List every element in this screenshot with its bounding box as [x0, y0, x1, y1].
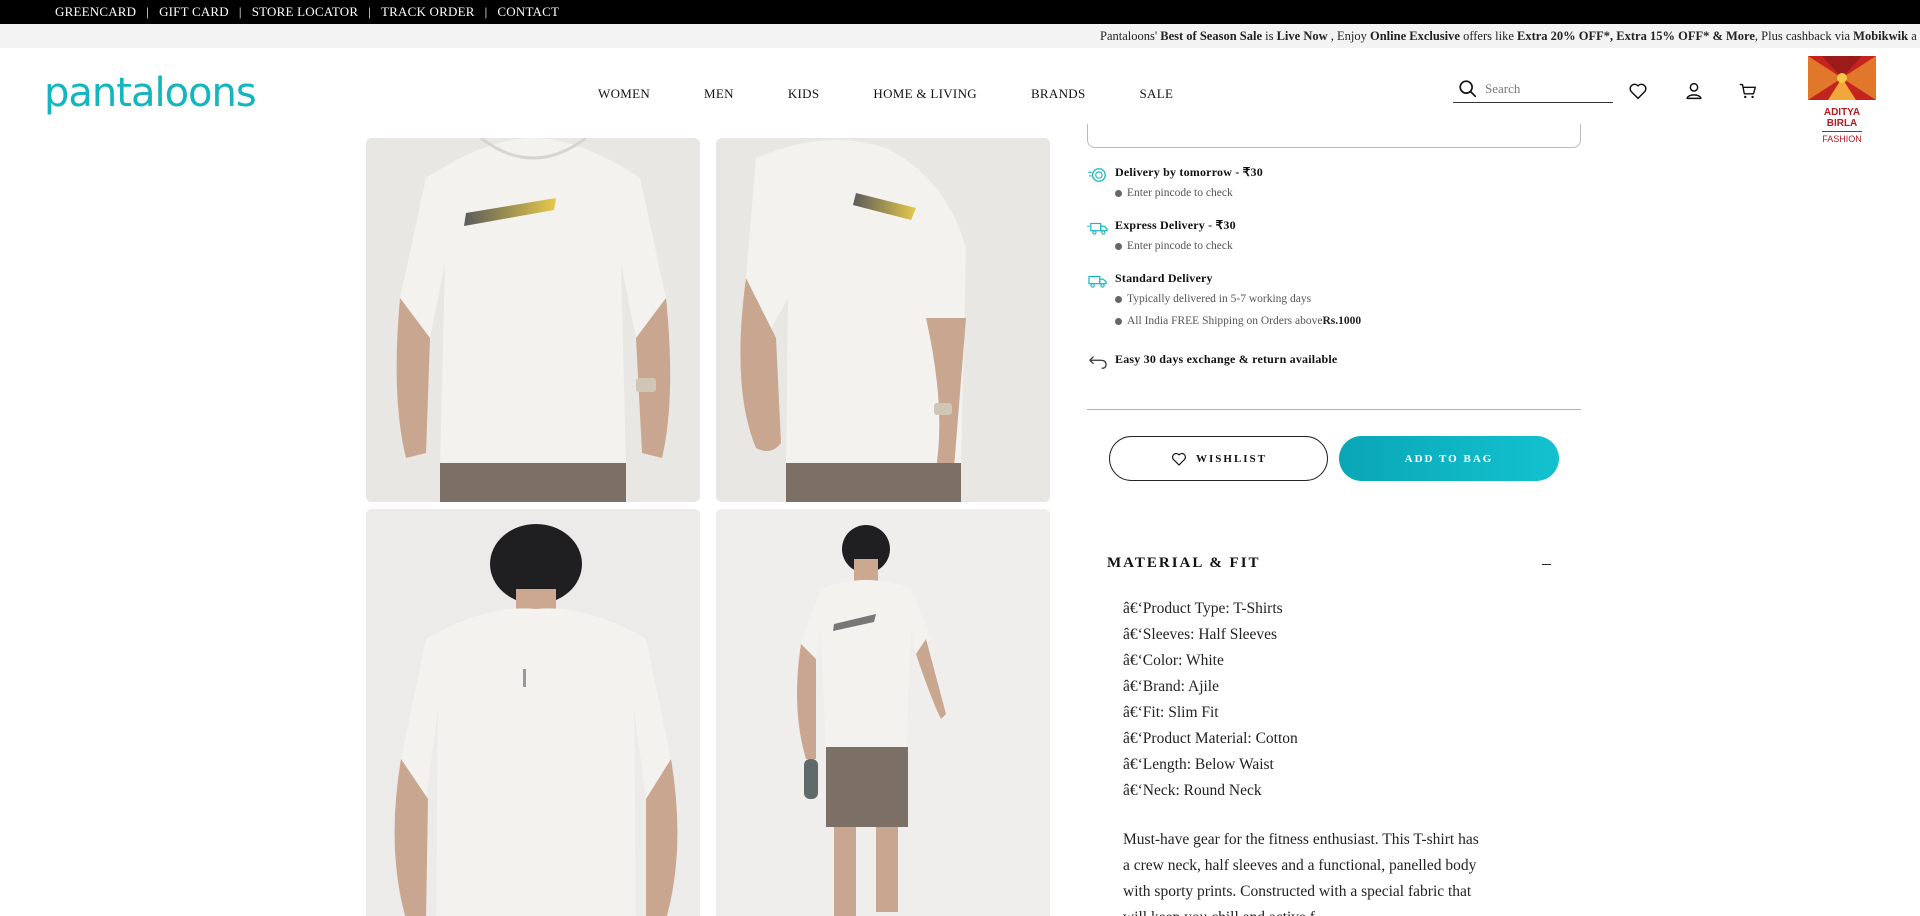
- spec-item: â€‘Neck: Round Neck: [1123, 782, 1262, 799]
- store-locator-link[interactable]: STORE LOCATOR: [252, 4, 359, 20]
- aditya-birla-text: ADITYA BIRLA: [1823, 107, 1861, 129]
- divider: [1087, 409, 1581, 410]
- add-to-bag-button[interactable]: ADD TO BAG: [1339, 436, 1559, 481]
- exchange-title: Easy 30 days exchange & return available: [1115, 352, 1338, 366]
- express-truck-icon: [1087, 222, 1108, 235]
- separator: |: [484, 4, 488, 19]
- nav-men[interactable]: MEN: [704, 86, 734, 102]
- aditya-birla-logo-icon: [1808, 56, 1876, 100]
- search-input[interactable]: [1485, 81, 1605, 97]
- nav-women[interactable]: WOMEN: [598, 86, 650, 102]
- standard-delivery-note: Typically delivered in 5-7 working days: [1115, 293, 1311, 305]
- search-icon[interactable]: [1457, 78, 1479, 100]
- return-arrow-icon: [1089, 356, 1107, 369]
- express-delivery-row: Express Delivery - ₹30: [1087, 218, 1236, 237]
- nav-home-living[interactable]: HOME & LIVING: [873, 86, 977, 102]
- nav-kids[interactable]: KIDS: [788, 86, 820, 102]
- pantaloons-logo[interactable]: pantaloons: [44, 70, 257, 116]
- material-fit-title: MATERIAL & FIT: [1107, 555, 1261, 571]
- pincode-box[interactable]: [1087, 124, 1581, 148]
- promo-ticker: Pantaloons' Best of Season Sale is Live …: [0, 24, 1920, 48]
- product-gallery: [366, 138, 1050, 916]
- product-image-front[interactable]: [366, 138, 700, 502]
- nav-brands[interactable]: BRANDS: [1031, 86, 1086, 102]
- standard-delivery-row: Standard Delivery: [1087, 271, 1213, 290]
- track-order-link[interactable]: TRACK ORDER: [381, 4, 475, 20]
- spec-item: â€‘Brand: Ajile: [1123, 678, 1219, 695]
- wishlist-label: WISHLIST: [1195, 452, 1268, 465]
- heart-icon: [1171, 452, 1186, 466]
- utility-bar: GREENCARD | GIFT CARD | STORE LOCATOR | …: [0, 0, 1920, 24]
- promo-text: Pantaloons' Best of Season Sale is Live …: [1100, 29, 1917, 43]
- aditya-birla-badge[interactable]: ADITYA BIRLA FASHION: [1808, 56, 1876, 144]
- gift-card-link[interactable]: GIFT CARD: [159, 4, 229, 20]
- spec-list: â€‘Product Type: T-Shirts â€‘Sleeves: Ha…: [1123, 596, 1298, 804]
- delivery-truck-icon: [1088, 275, 1107, 288]
- material-fit-accordion[interactable]: MATERIAL & FIT –: [1107, 553, 1559, 574]
- spec-item: â€‘Product Material: Cotton: [1123, 730, 1298, 747]
- fashion-text: FASHION: [1822, 131, 1862, 144]
- spec-item: â€‘Sleeves: Half Sleeves: [1123, 626, 1278, 643]
- express-delivery-note: Enter pincode to check: [1115, 240, 1233, 252]
- add-to-bag-label: ADD TO BAG: [1404, 452, 1494, 465]
- delivery-tomorrow-title: Delivery by tomorrow - ₹30: [1115, 165, 1263, 179]
- exchange-row: Easy 30 days exchange & return available: [1087, 352, 1337, 371]
- site-header: pantaloons WOMEN MEN KIDS HOME & LIVING …: [0, 48, 1920, 144]
- wishlist-button[interactable]: WISHLIST: [1109, 436, 1328, 481]
- fast-delivery-icon: [1088, 168, 1106, 182]
- tshirt-front-image: [366, 138, 700, 502]
- contact-link[interactable]: CONTACT: [497, 4, 559, 20]
- account-icon[interactable]: [1683, 80, 1705, 102]
- standard-delivery-title: Standard Delivery: [1115, 271, 1213, 285]
- greencard-link[interactable]: GREENCARD: [55, 4, 136, 20]
- product-image-side[interactable]: [716, 138, 1050, 502]
- product-image-full[interactable]: [716, 509, 1050, 916]
- separator: |: [368, 4, 372, 19]
- delivery-tomorrow-note: Enter pincode to check: [1115, 187, 1233, 199]
- product-description: Must-have gear for the fitness enthusias…: [1123, 831, 1479, 916]
- tshirt-side-image: [716, 138, 1050, 502]
- express-delivery-title: Express Delivery - ₹30: [1115, 218, 1236, 232]
- model-full-image: [716, 509, 1050, 916]
- wishlist-heart-icon[interactable]: [1627, 80, 1649, 102]
- spec-item: â€‘Fit: Slim Fit: [1123, 704, 1219, 721]
- collapse-icon[interactable]: –: [1542, 553, 1551, 574]
- spec-item: â€‘Length: Below Waist: [1123, 756, 1274, 773]
- cart-icon[interactable]: [1737, 80, 1759, 102]
- free-shipping-note: All India FREE Shipping on Orders above …: [1115, 315, 1361, 327]
- separator: |: [146, 4, 150, 19]
- spec-item: â€‘Product Type: T-Shirts: [1123, 600, 1283, 617]
- spec-item: â€‘Color: White: [1123, 652, 1224, 669]
- delivery-tomorrow-row: Delivery by tomorrow - ₹30: [1087, 165, 1263, 184]
- nav-sale[interactable]: SALE: [1140, 86, 1174, 102]
- search-box[interactable]: [1453, 76, 1613, 103]
- product-image-back[interactable]: [366, 509, 700, 916]
- tshirt-back-image: [366, 509, 700, 916]
- separator: |: [238, 4, 242, 19]
- main-nav: WOMEN MEN KIDS HOME & LIVING BRANDS SALE: [598, 86, 1227, 102]
